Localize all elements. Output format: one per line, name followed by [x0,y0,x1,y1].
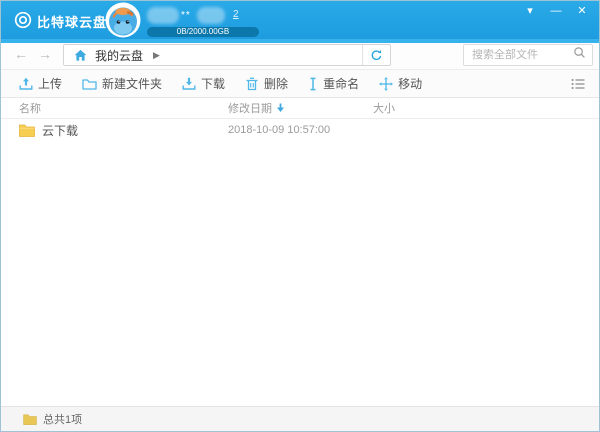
address-bar[interactable]: 我的云盘 ▶ [63,44,391,66]
back-button[interactable]: ← [11,46,31,62]
upload-button[interactable]: 上传 [19,75,62,92]
download-icon [182,77,196,91]
app-window: 比特球云盘 ** 2 0B/2000.00GB ▾ — ✕ ← → [0,0,600,432]
download-button[interactable]: 下载 [182,75,225,92]
move-icon [379,77,393,91]
menu-dropdown-button[interactable]: ▾ [521,3,539,19]
username-mask-stars: ** [181,10,191,21]
item-count-summary: 总共1项 [43,411,82,427]
table-header-row: 名称 修改日期 大小 [1,98,599,119]
upload-label: 上传 [38,75,62,92]
rename-icon [308,77,318,91]
new-folder-icon [82,77,97,91]
minimize-button[interactable]: — [547,3,565,19]
search-box [463,44,593,66]
home-icon [74,49,87,62]
username-redacted [147,7,179,24]
move-label: 移动 [398,75,422,92]
file-name-cell[interactable]: 云下载 [1,122,228,139]
list-view-icon [571,78,585,90]
search-icon[interactable] [573,46,586,64]
username-redacted-2 [197,7,225,24]
column-header-size[interactable]: 大小 [373,100,599,116]
storage-quota-bar: 0B/2000.00GB [147,27,259,37]
download-label: 下载 [201,75,225,92]
file-list-empty-area[interactable] [1,141,599,406]
delete-button[interactable]: 删除 [245,75,288,92]
navigation-bar: ← → 我的云盘 ▶ [1,43,599,69]
refresh-icon [370,49,383,62]
search-input[interactable] [464,49,573,61]
file-modified-cell: 2018-10-09 10:57:00 [228,124,373,136]
account-badge-link[interactable]: 2 [233,9,239,20]
folder-icon [19,124,35,137]
rename-button[interactable]: 重命名 [308,75,359,92]
app-logo-icon [14,11,32,29]
delete-label: 删除 [264,75,288,92]
new-folder-button[interactable]: 新建文件夹 [82,75,162,92]
file-name: 云下载 [42,122,78,139]
forward-button[interactable]: → [35,46,55,62]
status-bar: 总共1项 [1,406,599,431]
app-title: 比特球云盘 [37,12,107,31]
column-header-name[interactable]: 名称 [1,100,228,116]
upload-icon [19,77,33,91]
user-avatar[interactable] [105,2,141,38]
table-row[interactable]: 云下载 2018-10-09 10:57:00 [1,119,599,141]
delete-icon [245,77,259,91]
column-header-modified[interactable]: 修改日期 [228,100,373,116]
window-controls: ▾ — ✕ [521,3,591,19]
refresh-button[interactable] [362,45,390,65]
list-view-toggle-button[interactable] [571,78,585,90]
titlebar: 比特球云盘 ** 2 0B/2000.00GB ▾ — ✕ [1,1,599,39]
sort-descending-icon [276,103,285,113]
close-button[interactable]: ✕ [573,3,591,19]
breadcrumb[interactable]: 我的云盘 [95,47,143,64]
new-folder-label: 新建文件夹 [102,75,162,92]
toolbar: 上传 新建文件夹 下载 删除 [1,69,599,98]
move-button[interactable]: 移动 [379,75,422,92]
rename-label: 重命名 [323,75,359,92]
breadcrumb-caret-icon[interactable]: ▶ [153,50,160,61]
status-folder-icon [23,414,37,425]
